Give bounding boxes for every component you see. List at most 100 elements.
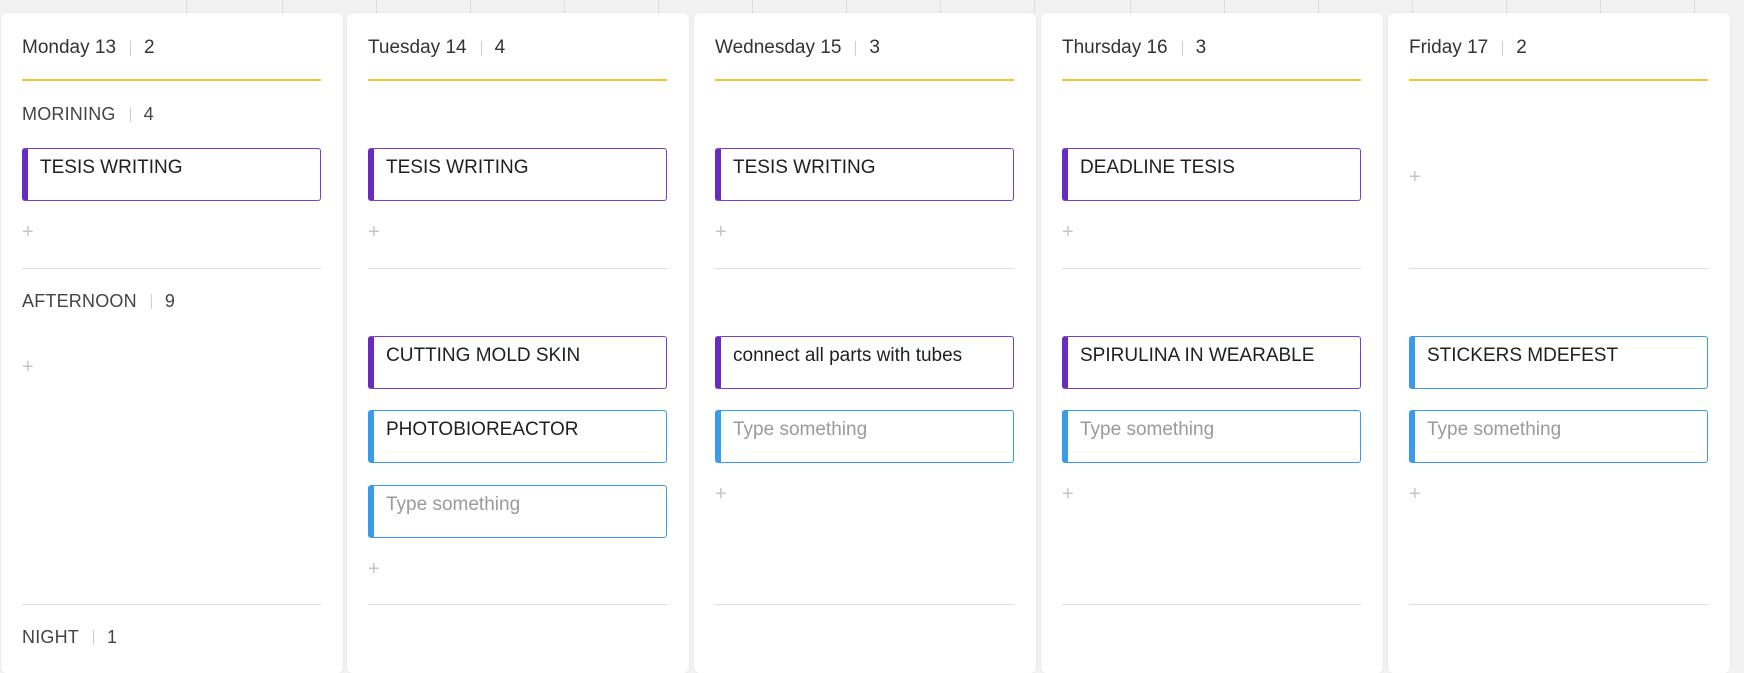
task-card[interactable]: SPIRULINA IN WEARABLE <box>1062 336 1361 389</box>
section-label-afternoon: AFTERNOON 9 <box>22 291 175 312</box>
top-tick <box>1034 0 1035 13</box>
add-task-morning-button[interactable]: + <box>1062 222 1074 242</box>
add-task-afternoon-button[interactable]: + <box>715 484 727 504</box>
section-title: AFTERNOON <box>22 291 137 311</box>
header-separator <box>480 40 482 56</box>
section-divider <box>22 604 321 605</box>
task-card[interactable]: STICKERS MDEFEST <box>1409 336 1708 389</box>
section-divider <box>1409 268 1708 269</box>
day-count: 2 <box>144 37 155 58</box>
day-header[interactable]: Thursday 16 3 <box>1062 35 1206 61</box>
new-task-input[interactable]: Type something <box>715 410 1014 463</box>
task-card[interactable]: connect all parts with tubes <box>715 336 1014 389</box>
task-card[interactable]: CUTTING MOLD SKIN <box>368 336 667 389</box>
header-separator <box>1181 40 1183 56</box>
task-text: TESIS WRITING <box>40 157 183 178</box>
top-tick <box>1130 0 1131 13</box>
top-tick <box>1600 0 1601 13</box>
day-count: 4 <box>494 37 506 58</box>
day-header[interactable]: Monday 13 2 <box>22 35 155 61</box>
day-header[interactable]: Wednesday 15 3 <box>715 35 880 61</box>
section-divider <box>368 268 667 269</box>
add-task-morning-button[interactable]: + <box>368 222 380 242</box>
task-text: TESIS WRITING <box>733 157 876 178</box>
section-divider <box>368 604 667 605</box>
day-column-thursday: Thursday 16 3 DEADLINE TESIS + SPIRULINA… <box>1041 13 1383 673</box>
new-task-placeholder: Type something <box>1427 419 1562 440</box>
section-divider <box>715 604 1014 605</box>
top-tick <box>1694 0 1695 13</box>
task-card[interactable]: DEADLINE TESIS <box>1062 148 1361 201</box>
section-count: 4 <box>143 104 154 124</box>
new-task-input[interactable]: Type something <box>1062 410 1361 463</box>
header-underline <box>1062 79 1361 81</box>
section-label-morning: MORINING 4 <box>22 104 154 125</box>
section-separator <box>150 294 152 309</box>
new-task-placeholder: Type something <box>733 419 868 440</box>
section-separator <box>93 630 94 645</box>
day-title: Wednesday 15 <box>715 37 842 58</box>
section-count: 1 <box>107 627 118 647</box>
task-card[interactable]: TESIS WRITING <box>368 148 667 201</box>
task-card[interactable]: TESIS WRITING <box>22 148 321 201</box>
day-count: 3 <box>869 37 880 58</box>
task-text: DEADLINE TESIS <box>1080 157 1235 178</box>
top-tick <box>282 0 283 13</box>
top-tick <box>1506 0 1507 13</box>
task-text: SPIRULINA IN WEARABLE <box>1080 345 1315 366</box>
section-divider <box>715 268 1014 269</box>
header-separator <box>855 40 857 56</box>
day-count: 2 <box>1516 37 1527 58</box>
section-count: 9 <box>164 291 176 311</box>
top-tick <box>376 0 377 13</box>
top-tick <box>186 0 187 13</box>
task-card[interactable]: TESIS WRITING <box>715 148 1014 201</box>
header-underline <box>1409 79 1708 81</box>
header-underline <box>715 79 1014 81</box>
section-divider <box>22 268 321 269</box>
day-column-monday: Monday 13 2 MORINING 4 TESIS WRITING + A… <box>1 13 343 673</box>
section-divider <box>1062 268 1361 269</box>
day-count: 3 <box>1195 37 1207 58</box>
day-column-friday: Friday 17 2 + STICKERS MDEFEST Type some… <box>1388 13 1730 673</box>
task-text: connect all parts with tubes <box>733 345 963 366</box>
day-header[interactable]: Friday 17 2 <box>1409 35 1527 61</box>
day-title: Monday 13 <box>22 37 117 58</box>
top-tick <box>752 0 753 13</box>
add-task-morning-button[interactable]: + <box>22 222 34 242</box>
header-separator <box>1502 40 1504 56</box>
top-tick <box>564 0 565 13</box>
day-column-wednesday: Wednesday 15 3 TESIS WRITING + connect a… <box>694 13 1036 673</box>
top-tick <box>1412 0 1413 13</box>
add-task-morning-button[interactable]: + <box>1409 167 1421 187</box>
section-divider <box>1409 604 1708 605</box>
new-task-input[interactable]: Type something <box>368 485 667 538</box>
top-tick <box>846 0 847 13</box>
header-underline <box>368 79 667 81</box>
add-task-afternoon-button[interactable]: + <box>1062 484 1074 504</box>
add-task-afternoon-button[interactable]: + <box>1409 484 1421 504</box>
task-text: TESIS WRITING <box>386 157 529 178</box>
day-title: Friday 17 <box>1409 37 1489 58</box>
task-text: CUTTING MOLD SKIN <box>386 345 581 366</box>
task-text: PHOTOBIOREACTOR <box>386 419 579 440</box>
top-tick <box>940 0 941 13</box>
new-task-placeholder: Type something <box>386 494 521 515</box>
task-text: STICKERS MDEFEST <box>1427 345 1619 366</box>
section-label-night: NIGHT 1 <box>22 627 117 648</box>
top-strip <box>0 0 1744 13</box>
new-task-placeholder: Type something <box>1080 419 1215 440</box>
top-tick <box>470 0 471 13</box>
add-task-afternoon-button[interactable]: + <box>368 559 380 579</box>
top-tick <box>1224 0 1225 13</box>
section-title: MORINING <box>22 104 116 124</box>
new-task-input[interactable]: Type something <box>1409 410 1708 463</box>
add-task-morning-button[interactable]: + <box>715 222 727 242</box>
task-card[interactable]: PHOTOBIOREACTOR <box>368 410 667 463</box>
section-divider <box>1062 604 1361 605</box>
day-column-tuesday: Tuesday 14 4 TESIS WRITING + CUTTING MOL… <box>347 13 689 673</box>
day-header[interactable]: Tuesday 14 4 <box>368 35 505 61</box>
section-separator <box>129 107 131 122</box>
add-task-afternoon-button[interactable]: + <box>22 357 34 377</box>
top-tick <box>1318 0 1319 13</box>
